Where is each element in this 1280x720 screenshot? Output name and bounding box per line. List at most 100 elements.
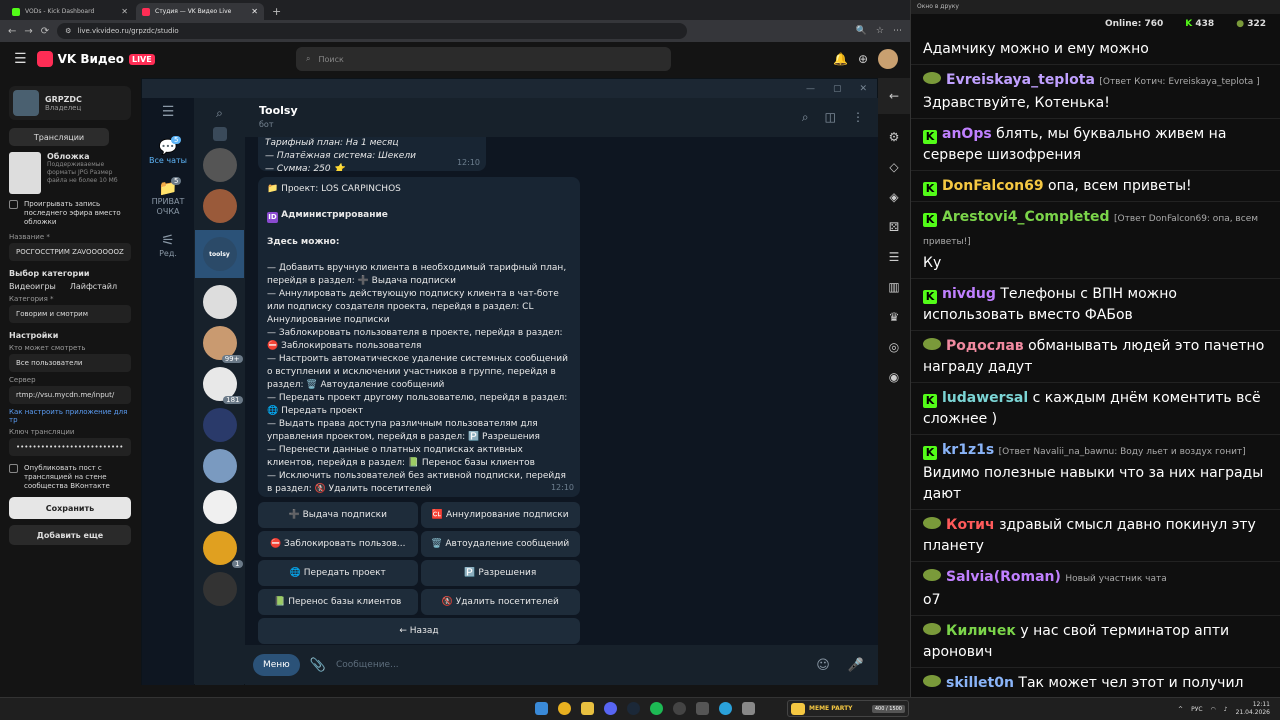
category-lifestyle-tab[interactable]: Лайфстайл xyxy=(70,282,117,291)
tab-vk-studio[interactable]: Студия — VK Видео Live ✕ xyxy=(136,3,264,20)
transfer-clients-button[interactable]: 📗 Перенос базы клиентов xyxy=(258,589,418,615)
chat-avatar[interactable]: 181 xyxy=(202,367,243,404)
more-icon[interactable]: ⋮ xyxy=(852,110,864,125)
collapse-arrow-icon[interactable]: ← xyxy=(878,78,910,114)
auto-delete-button[interactable]: 🗑️ Автоудаление сообщений xyxy=(420,531,580,557)
remove-visitors-button[interactable]: 🚷 Удалить посетителей xyxy=(420,589,580,615)
chat-header[interactable]: Toolsy бот ⌕ ◫ ⋮ xyxy=(245,98,878,137)
maximize-icon[interactable]: ▢ xyxy=(833,84,842,94)
explorer-icon[interactable] xyxy=(581,702,594,715)
translations-button[interactable]: Трансляции xyxy=(9,128,109,146)
zoom-icon[interactable]: 🔍 xyxy=(856,26,867,36)
microphone-icon[interactable]: 🎤 xyxy=(848,658,864,673)
save-button[interactable]: Сохранить xyxy=(9,497,131,519)
publish-checkbox[interactable] xyxy=(9,464,18,473)
stream-name-field[interactable]: РОСГОССТРИМ ZAVOOOOOOZ xyxy=(9,243,131,261)
channel-card[interactable]: GRPZDC Владелец xyxy=(9,86,131,120)
notifications-icon[interactable]: 🔔 xyxy=(833,52,848,66)
record-checkbox[interactable] xyxy=(9,200,18,209)
chat-avatar[interactable] xyxy=(202,572,237,606)
site-info-icon[interactable]: ⚙ xyxy=(65,27,71,35)
add-more-button[interactable]: Добавить еще xyxy=(9,525,131,545)
tab-kick-dashboard[interactable]: VODs - Kick Dashboard ✕ xyxy=(6,3,134,20)
start-icon[interactable] xyxy=(535,702,548,715)
transfer-project-button[interactable]: 🌐 Передать проект xyxy=(258,560,418,586)
minimize-icon[interactable]: — xyxy=(806,84,815,94)
url-field[interactable]: ⚙ live.vkvideo.ru/grpzdc/studio xyxy=(57,23,688,39)
chat-username[interactable]: kr1z1s xyxy=(942,442,994,458)
media-icon[interactable] xyxy=(696,702,709,715)
hamburger-icon[interactable]: ☰ xyxy=(162,104,175,120)
message-input[interactable]: Сообщение... xyxy=(336,660,806,670)
search-icon[interactable]: ⌕ xyxy=(802,110,809,125)
chat-username[interactable]: skillet0n xyxy=(946,675,1014,691)
chat-username[interactable]: anOps xyxy=(942,126,992,142)
chat-username[interactable]: ludawersal xyxy=(942,390,1028,406)
diamond-icon[interactable]: ◇ xyxy=(889,160,898,174)
close-tab-icon[interactable]: ✕ xyxy=(251,7,258,16)
chat-username[interactable]: DonFalcon69 xyxy=(942,178,1044,194)
list-icon[interactable]: ☰ xyxy=(889,250,900,264)
who-select[interactable]: Все пользователи xyxy=(9,354,131,372)
chat-avatar[interactable] xyxy=(202,449,237,483)
cancel-subscription-button[interactable]: 🆑 Аннулирование подписки xyxy=(420,502,580,528)
chat-avatar[interactable]: 1 xyxy=(202,531,243,568)
permissions-button[interactable]: 🅿️ Разрешения xyxy=(420,560,580,586)
folder-all-chats[interactable]: 💬 5 Все чаты xyxy=(142,136,194,165)
discord-icon[interactable] xyxy=(604,702,617,715)
chat-avatar[interactable] xyxy=(202,148,237,182)
chat-avatar[interactable] xyxy=(202,189,237,223)
chat-username[interactable]: Киличек xyxy=(946,623,1016,639)
back-button[interactable]: ← Назад xyxy=(258,618,580,644)
vk-logo[interactable]: VK Видео LIVE xyxy=(36,51,155,67)
user-avatar[interactable] xyxy=(878,49,898,69)
new-tab-button[interactable]: + xyxy=(266,5,287,20)
chat-avatar[interactable] xyxy=(202,490,237,524)
sidebar-toggle-icon[interactable]: ◫ xyxy=(825,110,836,125)
chat-avatar[interactable] xyxy=(202,408,237,442)
chat-avatar[interactable] xyxy=(202,285,237,319)
dice-icon[interactable]: ⚄ xyxy=(889,220,899,234)
stream-key-field[interactable]: •••••••••••••••••••••••••• xyxy=(9,438,131,456)
extensions-icon[interactable]: ⋯ xyxy=(893,26,902,36)
spotify-icon[interactable] xyxy=(650,702,663,715)
chat-username[interactable]: Salvia(Roman) xyxy=(946,569,1061,585)
chat-username[interactable]: Evreiskaya_teplota xyxy=(946,72,1095,88)
issue-subscription-button[interactable]: ➕ Выдача подписки xyxy=(258,502,418,528)
back-icon[interactable]: ← xyxy=(8,26,16,37)
folder-edit[interactable]: ⚟ Ред. xyxy=(142,231,194,258)
record-option[interactable]: Проигрывать запись последнего эфира вмес… xyxy=(9,200,131,227)
close-icon[interactable]: ✕ xyxy=(859,84,867,94)
add-icon[interactable]: ⊕ xyxy=(858,52,868,66)
settings-icon[interactable]: ⚙ xyxy=(889,130,900,144)
tray-expand-icon[interactable]: ^ xyxy=(1178,706,1183,713)
menu-icon[interactable]: ☰ xyxy=(14,51,27,67)
chat-avatar-toolsy[interactable]: toolsy xyxy=(195,230,244,278)
gem-icon[interactable]: ◈ xyxy=(889,190,898,204)
app-icon[interactable] xyxy=(742,702,755,715)
steam-icon[interactable] xyxy=(627,702,640,715)
category-games-tab[interactable]: Видеоигры xyxy=(9,282,56,291)
record-icon[interactable]: ◉ xyxy=(889,370,899,384)
vk-search-input[interactable]: ⌕ Поиск xyxy=(296,47,671,71)
chat-username[interactable]: Arestovi4_Completed xyxy=(942,209,1110,225)
meme-party-widget[interactable]: MEME PARTY 400 / 1500 xyxy=(787,700,909,717)
bookmark-icon[interactable]: ☆ xyxy=(876,26,884,36)
forward-icon[interactable]: → xyxy=(24,26,32,37)
chat-username[interactable]: nivdug xyxy=(942,286,996,302)
language-indicator[interactable]: РУС xyxy=(1191,706,1202,713)
attach-icon[interactable]: 📎 xyxy=(310,658,326,673)
volume-icon[interactable]: ♪ xyxy=(1224,706,1228,713)
chrome-icon[interactable] xyxy=(558,702,571,715)
trophy-icon[interactable]: ♛ xyxy=(889,310,900,324)
chat-icon[interactable]: ◎ xyxy=(889,340,899,354)
server-field[interactable]: rtmp://vsu.mycdn.me/input/ xyxy=(9,386,131,404)
cover-image[interactable] xyxy=(9,152,41,194)
menu-button[interactable]: Меню xyxy=(253,654,300,676)
setup-link[interactable]: Как настроить приложение для тр xyxy=(9,408,131,424)
chat-username[interactable]: Котич xyxy=(946,517,995,533)
clock[interactable]: 12:11 21.04.2026 xyxy=(1236,701,1270,717)
close-tab-icon[interactable]: ✕ xyxy=(121,7,128,16)
chat-avatar[interactable]: 99+ xyxy=(202,326,243,363)
reload-icon[interactable]: ⟳ xyxy=(41,26,49,37)
